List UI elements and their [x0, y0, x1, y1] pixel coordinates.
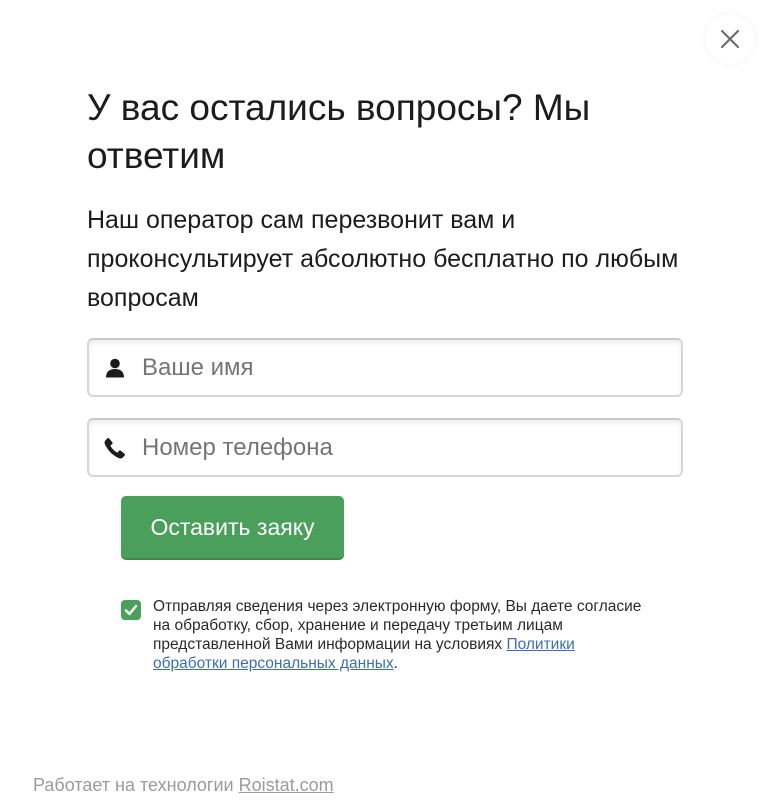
roistat-link[interactable]: Roistat.com	[239, 775, 334, 795]
close-button[interactable]	[705, 14, 755, 64]
callback-modal: У вас остались вопросы? Мы ответим Наш о…	[0, 0, 768, 809]
name-field[interactable]	[87, 338, 683, 397]
modal-title: У вас остались вопросы? Мы ответим	[87, 87, 591, 176]
consent-checkbox[interactable]	[121, 600, 141, 620]
consent-suffix: .	[393, 655, 398, 672]
modal-subtitle: Наш оператор сам перезвонит вам и прокон…	[87, 206, 679, 312]
phone-icon	[104, 437, 126, 459]
phone-input[interactable]	[142, 433, 662, 462]
consent-text: Отправляя сведения через электронную фор…	[153, 597, 653, 673]
name-input[interactable]	[142, 353, 662, 382]
phone-field[interactable]	[87, 418, 683, 477]
powered-by-footer: Работает на технологии Roistat.com	[33, 775, 334, 796]
powered-by-text: Работает на технологии	[33, 775, 239, 795]
close-icon	[720, 29, 740, 49]
checkmark-icon	[124, 604, 138, 616]
user-icon	[104, 357, 126, 379]
consent-block: Отправляя сведения через электронную фор…	[121, 597, 681, 673]
submit-request-button[interactable]: Оставить заяку	[121, 496, 344, 558]
